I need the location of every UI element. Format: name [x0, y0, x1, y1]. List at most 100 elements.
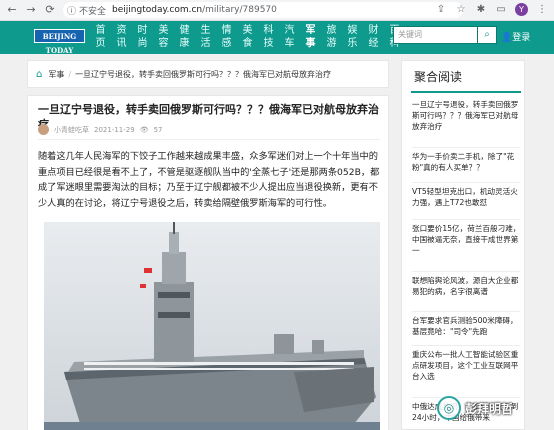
nav-item-1[interactable]: 资讯: [111, 24, 132, 50]
login-label: 登录: [512, 33, 531, 43]
nav-item-bottom: 经: [368, 38, 379, 49]
nav-item-bottom: 食: [242, 38, 253, 49]
reload-icon[interactable]: ⟳: [43, 3, 57, 17]
carrier-illustration: [44, 222, 380, 430]
nav-item-bottom: 乐: [347, 38, 358, 49]
nav-item-top: 首: [95, 25, 106, 36]
nav-item-top: 军: [305, 25, 316, 36]
url-host: beijingtoday.com.cn: [112, 5, 203, 15]
sidebar-aggregated-reading: 聚合阅读 一旦辽宁号退役，转手卖回俄罗斯可行吗？？？俄海军已对航母放弃治疗华为一…: [401, 60, 525, 430]
nav-item-bottom: 容: [158, 38, 169, 49]
nav-item-top: 科: [263, 25, 274, 36]
main-nav: 首页资讯时尚美容健康生活情感美食科技汽车军事旅游娱乐财经百科: [90, 24, 405, 50]
breadcrumb-current: 一旦辽宁号退役，转手卖回俄罗斯可行吗？？？俄海军已对航母放弃治疗: [75, 69, 332, 79]
nav-item-top: 娱: [347, 25, 358, 36]
nav-item-bottom: 游: [326, 38, 337, 49]
url-path: /military/789570: [202, 5, 277, 15]
sidebar-list-item[interactable]: 一旦辽宁号退役，转手卖回俄罗斯可行吗？？？俄海军已对航母放弃治疗: [412, 99, 522, 132]
sidebar-title-underline: [411, 91, 521, 93]
menu-icon[interactable]: ⋮: [536, 4, 548, 15]
nav-item-9[interactable]: 汽车: [279, 24, 300, 50]
nav-item-bottom: 感: [221, 38, 232, 49]
profile-avatar[interactable]: Y: [515, 3, 528, 16]
sidebar-list-item[interactable]: 华为一手价卖二手机，除了"花粉"真的有人买单？？: [412, 151, 522, 173]
address-bar[interactable]: ⓘ 不安全 beijingtoday.com.cn/military/78957…: [63, 2, 463, 18]
nav-item-10[interactable]: 军事: [300, 24, 321, 50]
sidebar-list-item[interactable]: 张口要价15亿，荷兰百般刁难，中国被逼无奈，直接干成世界第一: [412, 223, 522, 256]
divider: [38, 139, 380, 140]
publish-date: 2021-11-29: [94, 125, 135, 134]
nav-item-11[interactable]: 旅游: [321, 24, 342, 50]
nav-item-top: 财: [368, 25, 379, 36]
nav-item-4[interactable]: 健康: [174, 24, 195, 50]
watermark-text: 彭拜明哲: [465, 401, 514, 416]
sidebar-divider: [412, 345, 520, 346]
home-icon[interactable]: ⌂: [36, 69, 42, 80]
nav-item-top: 旅: [326, 25, 337, 36]
nav-item-13[interactable]: 财经: [363, 24, 384, 50]
sidebar-divider: [412, 219, 520, 220]
sidebar-divider: [412, 147, 520, 148]
views-icon: 👁: [139, 125, 149, 134]
share-icon[interactable]: ⇪: [435, 4, 447, 15]
sidebar-list-item[interactable]: 联想陷舆论风波，源自大企业都易犯的病，名字很离谱: [412, 275, 522, 297]
nav-item-bottom: 页: [95, 38, 106, 49]
sidebar-divider: [412, 311, 520, 312]
nav-item-3[interactable]: 美容: [153, 24, 174, 50]
nav-item-top: 时: [137, 25, 148, 36]
user-icon: 👤: [501, 33, 513, 43]
page-gutter: [530, 54, 554, 430]
sidebar-list-item[interactable]: 重庆公布一批人工智能试验区重点研发项目，这个工业互联网平台入选: [412, 349, 522, 382]
nav-item-5[interactable]: 生活: [195, 24, 216, 50]
reading-list-icon[interactable]: ▭: [495, 4, 507, 15]
nav-item-top: 美: [158, 25, 169, 36]
author-name[interactable]: 小青蛙吃草: [54, 125, 89, 135]
url-text: beijingtoday.com.cn/military/789570: [112, 5, 277, 15]
watermark: ◎ 彭拜明哲: [437, 393, 554, 423]
nav-item-bottom: 事: [305, 38, 316, 49]
sidebar-divider: [412, 271, 520, 272]
nav-item-12[interactable]: 娱乐: [342, 24, 363, 50]
view-count: 57: [153, 125, 163, 134]
nav-item-bottom: 康: [179, 38, 190, 49]
nav-item-top: 情: [221, 25, 232, 36]
sidebar-divider: [412, 182, 520, 183]
nav-item-top: 健: [179, 25, 190, 36]
nav-item-bottom: 活: [200, 38, 211, 49]
author-avatar: [38, 124, 49, 135]
insecure-label: 不安全: [79, 6, 107, 17]
browser-toolbar: ← → ⟳ ⓘ 不安全 beijingtoday.com.cn/military…: [0, 0, 554, 21]
article-paragraph: 随着这几年人民海军的下饺子工作越来越成果丰盛，众多军迷们对上一个十年当中的重点项…: [38, 151, 380, 209]
nav-item-top: 生: [200, 25, 211, 36]
login-link[interactable]: 👤登录: [501, 30, 530, 43]
bookmark-star-icon[interactable]: ☆: [455, 4, 467, 15]
site-logo[interactable]: BEIJING TODAY: [34, 29, 85, 55]
article-card: 一旦辽宁号退役，转手卖回俄罗斯可行吗？？？俄海军已对航母放弃治疗 小青蛙吃草 2…: [27, 95, 389, 430]
watermark-logo-icon: ◎: [437, 396, 461, 420]
forward-icon[interactable]: →: [24, 3, 38, 17]
warning-icon[interactable]: ⓘ: [67, 4, 76, 17]
nav-item-2[interactable]: 时尚: [132, 24, 153, 50]
nav-item-bottom: 技: [263, 38, 274, 49]
breadcrumb: ⌂ 军事 / 一旦辽宁号退役，转手卖回俄罗斯可行吗？？？俄海军已对航母放弃治疗: [27, 60, 389, 88]
article-meta: 小青蛙吃草 2021-11-29 👁 57: [38, 124, 163, 135]
search-icon[interactable]: ⌕: [478, 26, 497, 44]
nav-item-7[interactable]: 美食: [237, 24, 258, 50]
back-icon[interactable]: ←: [5, 3, 19, 17]
extensions-icon[interactable]: ✱: [475, 4, 487, 15]
nav-item-6[interactable]: 情感: [216, 24, 237, 50]
nav-item-top: 资: [116, 25, 127, 36]
nav-item-8[interactable]: 科技: [258, 24, 279, 50]
nav-item-top: 美: [242, 25, 253, 36]
nav-item-bottom: 尚: [137, 38, 148, 49]
nav-item-bottom: 讯: [116, 38, 127, 49]
sidebar-list-item[interactable]: 台军要求官兵测验500米障碍，基层竟哈："司令"先跑: [412, 315, 522, 337]
nav-item-top: 汽: [284, 25, 295, 36]
nav-item-0[interactable]: 首页: [90, 24, 111, 50]
nav-item-bottom: 车: [284, 38, 295, 49]
sidebar-title: 聚合阅读: [414, 70, 463, 84]
sidebar-list-item[interactable]: VT5轻型坦克出口，机动灵活火力强，遇上T72也敢怼: [412, 186, 522, 208]
site-header: BEIJING TODAY 首页资讯时尚美容健康生活情感美食科技汽车军事旅游娱乐…: [0, 21, 554, 55]
search-input[interactable]: 关键词: [393, 26, 478, 44]
breadcrumb-section[interactable]: 军事: [48, 69, 64, 80]
